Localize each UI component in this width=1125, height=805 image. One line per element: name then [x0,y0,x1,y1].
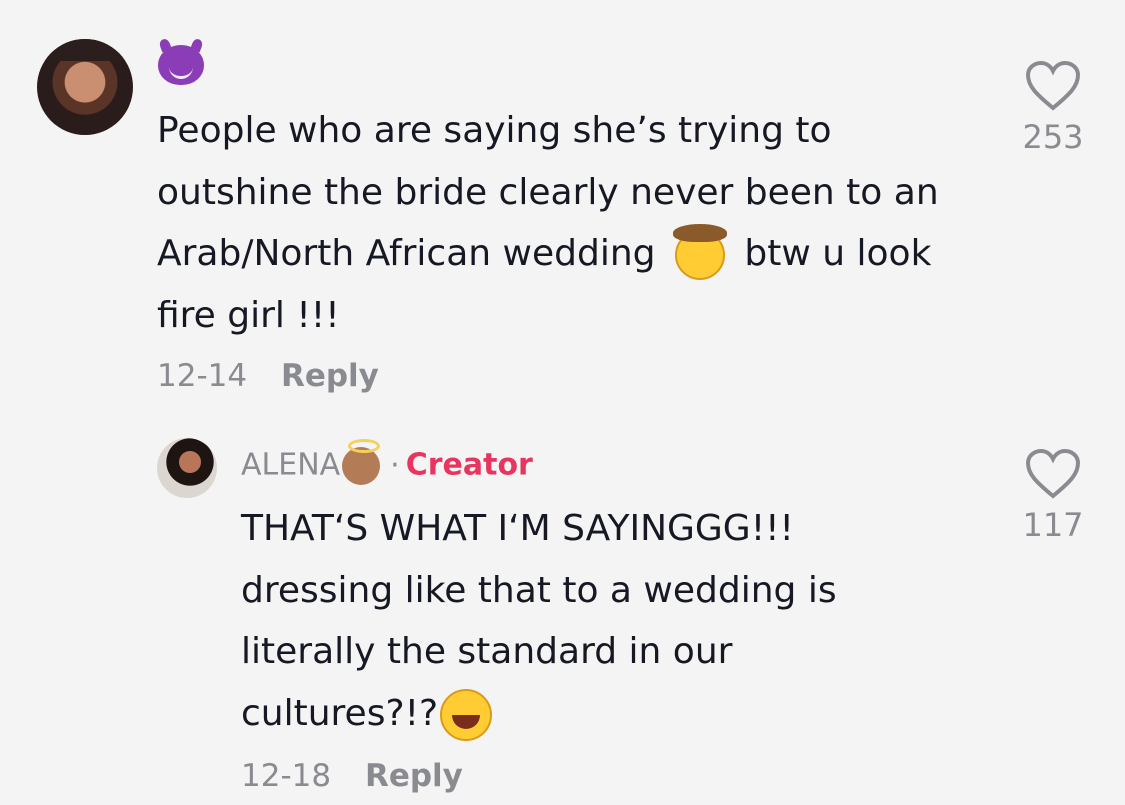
comment-like-button[interactable]: 253 [1017,60,1089,156]
reply-line-2: dressing like that to a wedding is [241,569,837,611]
comment-text: People who are saying she’s trying to ou… [157,100,977,346]
reply-header: ALENA · Creator [241,439,533,485]
reply-text: THAT‘S WHAT I‘M SAYINGGG!!! dressing lik… [241,498,941,744]
reply-line-4: cultures?!? [241,683,941,745]
comment-avatar[interactable] [37,39,133,135]
reply-reply-button[interactable]: Reply [365,758,463,794]
comment-meta: 12-14 Reply [157,358,379,394]
reply-meta: 12-18 Reply [241,758,463,794]
comment-reply-button[interactable]: Reply [281,358,379,394]
comment-date: 12-14 [157,358,248,394]
cowboy-emoji-icon [672,224,727,280]
reply-like-button[interactable]: 117 [1017,448,1089,544]
reply-line-3: literally the standard in our [241,631,733,672]
separator-dot: · [390,447,400,483]
devil-emoji-icon [158,45,204,85]
angel-emoji-icon [342,439,381,485]
creator-badge: Creator [405,447,533,483]
laughing-emoji-icon [440,688,493,741]
reply-avatar[interactable] [157,438,217,498]
reply-date: 12-18 [241,758,332,794]
comment-like-count: 253 [1022,118,1084,156]
reply-author[interactable]: ALENA [241,448,340,483]
reply-line-4-text: cultures?!? [241,692,439,734]
reply-like-count: 117 [1022,506,1084,544]
heart-icon[interactable] [1024,60,1082,112]
reply-line-1: THAT‘S WHAT I‘M SAYINGGG!!! [241,508,794,549]
heart-icon[interactable] [1024,448,1082,500]
